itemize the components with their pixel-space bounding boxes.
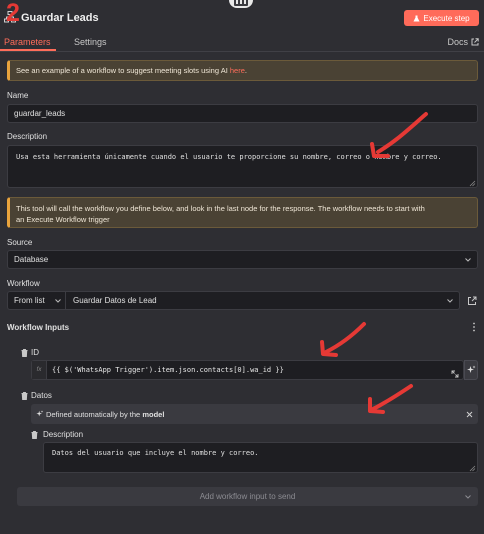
sparkle-icon [467,365,476,373]
add-workflow-input-select[interactable]: Add workflow input to send [17,487,478,506]
workflow-label: Workflow [7,279,40,288]
workflow-mode-select[interactable]: From list [7,291,66,310]
annotation-arrow-id [320,322,366,357]
datos-description-textarea[interactable]: Datos del usuario que incluye el nombre … [43,442,478,473]
name-label: Name [7,91,29,100]
workflow-inputs-title: Workflow Inputs [7,323,70,332]
id-expression-input[interactable]: fx {{ $('WhatsApp Trigger').item.json.co… [31,360,464,380]
workflow-select[interactable]: Guardar Datos de Lead [65,291,460,310]
sparkle-icon [36,410,44,417]
execute-step-button[interactable]: Execute step [404,10,479,26]
name-input[interactable]: guardar_leads [7,104,478,123]
annotation-number: 2 [6,0,20,27]
tabs-divider [0,51,484,52]
notice-text: See an example of a workflow to suggest … [16,66,230,75]
trash-icon[interactable] [21,392,28,400]
description-label: Description [7,132,48,141]
resize-handle-icon[interactable] [469,180,476,187]
auto-defined-prefix: Defined automatically by the [46,410,143,419]
tab-settings[interactable]: Settings [74,37,107,47]
chevron-down-icon [55,299,61,303]
flask-icon [413,15,420,21]
expand-icon[interactable] [451,370,459,378]
execute-step-label: Execute step [423,13,470,23]
add-workflow-input-label: Add workflow input to send [199,492,296,501]
source-label: Source [7,238,33,247]
auto-defined-text: Defined automatically by the model [46,410,164,419]
close-icon[interactable] [466,411,473,418]
chevron-down-icon [447,299,453,303]
workflow-notice-line1: This tool will call the workflow you def… [16,204,425,213]
resize-handle-icon[interactable] [469,465,476,472]
chevron-down-icon [465,495,471,499]
notice-suffix: . [244,66,247,75]
id-expression-value: {{ $('WhatsApp Trigger').item.json.conta… [52,366,284,374]
description-textarea[interactable]: Usa esta herramienta únicamente cuando e… [7,145,478,188]
docs-link[interactable]: Docs [447,37,479,47]
ai-sparkle-button[interactable] [464,360,478,380]
external-link-icon [471,38,479,46]
datos-label: Datos [31,391,52,400]
example-notice: See an example of a workflow to suggest … [7,60,478,81]
workflow-notice: This tool will call the workflow you def… [7,197,478,228]
id-label: ID [31,348,39,357]
tab-parameters[interactable]: Parameters [4,37,51,47]
source-value: Database [14,255,49,264]
notice-here-link[interactable]: here [230,66,245,75]
chevron-down-icon [465,258,471,262]
auto-defined-field: Defined automatically by the model [31,404,478,424]
docs-label: Docs [447,37,468,47]
datos-description-label: Description [43,430,84,439]
open-workflow-icon[interactable] [467,296,477,306]
node-title: Guardar Leads [21,12,99,24]
fx-badge: fx [32,361,47,379]
node-grip-icon [234,0,248,6]
more-options-icon[interactable] [472,322,476,332]
auto-defined-model: model [142,410,165,419]
workflow-notice-line2: an Execute Workflow trigger [16,215,110,224]
trash-icon[interactable] [31,431,38,439]
workflow-mode-value: From list [14,296,45,305]
workflow-value: Guardar Datos de Lead [73,296,157,305]
trash-icon[interactable] [21,349,28,357]
source-select[interactable]: Database [7,250,478,269]
